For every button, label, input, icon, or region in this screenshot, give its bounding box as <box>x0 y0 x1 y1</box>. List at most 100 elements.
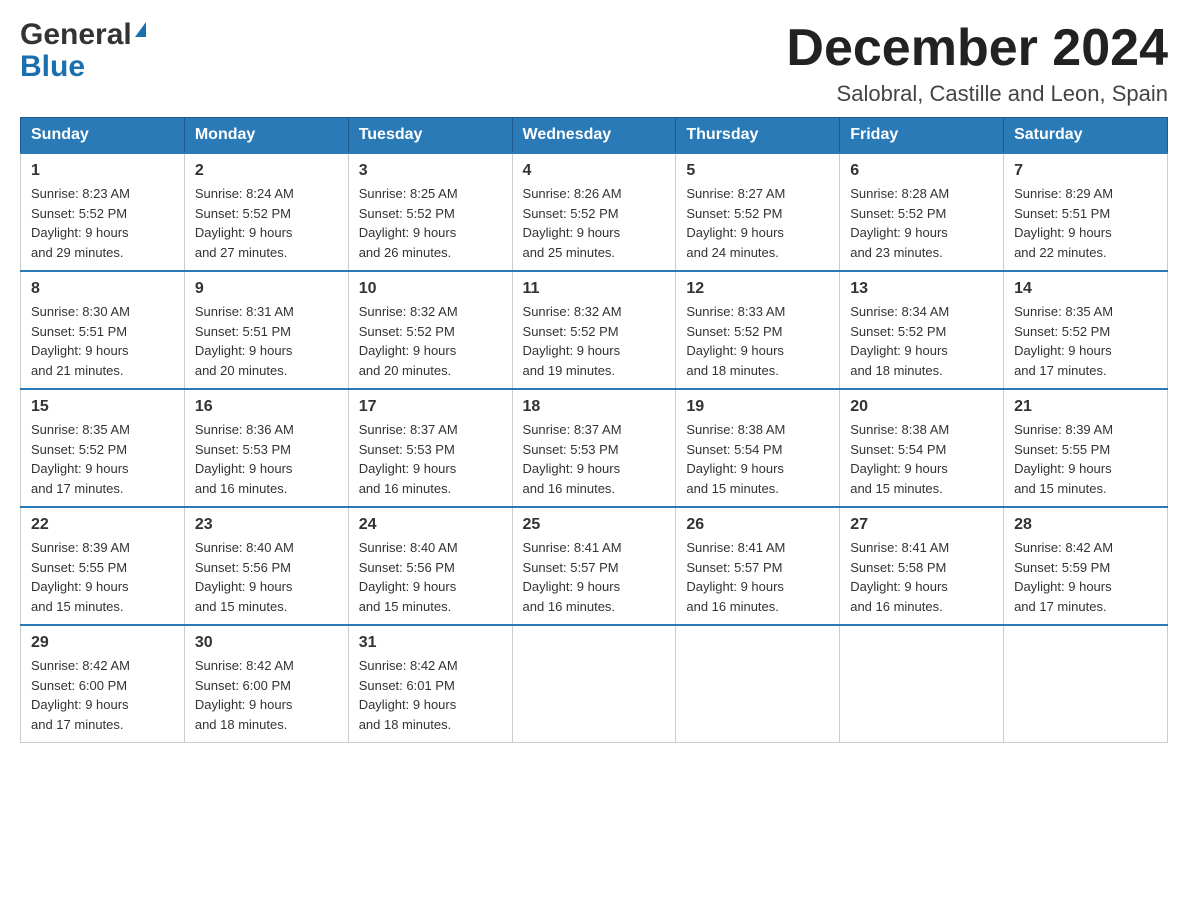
header-saturday: Saturday <box>1004 118 1168 154</box>
day-number: 27 <box>850 516 993 534</box>
calendar-cell: 28 Sunrise: 8:42 AM Sunset: 5:59 PM Dayl… <box>1004 507 1168 625</box>
header-sunday: Sunday <box>21 118 185 154</box>
day-number: 5 <box>686 162 829 180</box>
header-wednesday: Wednesday <box>512 118 676 154</box>
day-info: Sunrise: 8:32 AM Sunset: 5:52 PM Dayligh… <box>523 302 666 380</box>
day-number: 31 <box>359 634 502 652</box>
day-info: Sunrise: 8:25 AM Sunset: 5:52 PM Dayligh… <box>359 184 502 262</box>
day-number: 11 <box>523 280 666 298</box>
calendar-cell: 22 Sunrise: 8:39 AM Sunset: 5:55 PM Dayl… <box>21 507 185 625</box>
calendar-cell: 13 Sunrise: 8:34 AM Sunset: 5:52 PM Dayl… <box>840 271 1004 389</box>
calendar-cell: 5 Sunrise: 8:27 AM Sunset: 5:52 PM Dayli… <box>676 153 840 271</box>
calendar-cell: 9 Sunrise: 8:31 AM Sunset: 5:51 PM Dayli… <box>184 271 348 389</box>
calendar-cell: 10 Sunrise: 8:32 AM Sunset: 5:52 PM Dayl… <box>348 271 512 389</box>
calendar-cell: 18 Sunrise: 8:37 AM Sunset: 5:53 PM Dayl… <box>512 389 676 507</box>
day-number: 3 <box>359 162 502 180</box>
day-info: Sunrise: 8:39 AM Sunset: 5:55 PM Dayligh… <box>1014 420 1157 498</box>
day-number: 28 <box>1014 516 1157 534</box>
calendar-cell: 25 Sunrise: 8:41 AM Sunset: 5:57 PM Dayl… <box>512 507 676 625</box>
calendar-cell: 24 Sunrise: 8:40 AM Sunset: 5:56 PM Dayl… <box>348 507 512 625</box>
day-info: Sunrise: 8:35 AM Sunset: 5:52 PM Dayligh… <box>31 420 174 498</box>
day-number: 1 <box>31 162 174 180</box>
day-number: 8 <box>31 280 174 298</box>
day-number: 15 <box>31 398 174 416</box>
weekday-header-row: Sunday Monday Tuesday Wednesday Thursday… <box>21 118 1168 154</box>
day-number: 13 <box>850 280 993 298</box>
day-info: Sunrise: 8:24 AM Sunset: 5:52 PM Dayligh… <box>195 184 338 262</box>
day-info: Sunrise: 8:26 AM Sunset: 5:52 PM Dayligh… <box>523 184 666 262</box>
calendar-cell <box>1004 625 1168 743</box>
day-number: 30 <box>195 634 338 652</box>
day-info: Sunrise: 8:28 AM Sunset: 5:52 PM Dayligh… <box>850 184 993 262</box>
day-number: 6 <box>850 162 993 180</box>
calendar-cell: 23 Sunrise: 8:40 AM Sunset: 5:56 PM Dayl… <box>184 507 348 625</box>
day-number: 10 <box>359 280 502 298</box>
day-info: Sunrise: 8:41 AM Sunset: 5:57 PM Dayligh… <box>523 538 666 616</box>
location-subtitle: Salobral, Castille and Leon, Spain <box>786 81 1168 107</box>
header-monday: Monday <box>184 118 348 154</box>
day-info: Sunrise: 8:30 AM Sunset: 5:51 PM Dayligh… <box>31 302 174 380</box>
calendar-cell: 2 Sunrise: 8:24 AM Sunset: 5:52 PM Dayli… <box>184 153 348 271</box>
calendar-cell <box>840 625 1004 743</box>
day-number: 25 <box>523 516 666 534</box>
calendar-cell <box>676 625 840 743</box>
day-info: Sunrise: 8:42 AM Sunset: 6:01 PM Dayligh… <box>359 656 502 734</box>
week-row-3: 15 Sunrise: 8:35 AM Sunset: 5:52 PM Dayl… <box>21 389 1168 507</box>
day-number: 29 <box>31 634 174 652</box>
calendar-cell: 12 Sunrise: 8:33 AM Sunset: 5:52 PM Dayl… <box>676 271 840 389</box>
calendar-cell: 14 Sunrise: 8:35 AM Sunset: 5:52 PM Dayl… <box>1004 271 1168 389</box>
day-info: Sunrise: 8:33 AM Sunset: 5:52 PM Dayligh… <box>686 302 829 380</box>
title-area: December 2024 Salobral, Castille and Leo… <box>786 20 1168 107</box>
page-header: General Blue December 2024 Salobral, Cas… <box>20 20 1168 107</box>
day-info: Sunrise: 8:38 AM Sunset: 5:54 PM Dayligh… <box>686 420 829 498</box>
day-number: 26 <box>686 516 829 534</box>
day-info: Sunrise: 8:39 AM Sunset: 5:55 PM Dayligh… <box>31 538 174 616</box>
calendar-cell: 15 Sunrise: 8:35 AM Sunset: 5:52 PM Dayl… <box>21 389 185 507</box>
day-number: 7 <box>1014 162 1157 180</box>
calendar-cell: 26 Sunrise: 8:41 AM Sunset: 5:57 PM Dayl… <box>676 507 840 625</box>
calendar-cell: 16 Sunrise: 8:36 AM Sunset: 5:53 PM Dayl… <box>184 389 348 507</box>
day-info: Sunrise: 8:31 AM Sunset: 5:51 PM Dayligh… <box>195 302 338 380</box>
calendar-cell: 27 Sunrise: 8:41 AM Sunset: 5:58 PM Dayl… <box>840 507 1004 625</box>
header-friday: Friday <box>840 118 1004 154</box>
calendar-cell: 29 Sunrise: 8:42 AM Sunset: 6:00 PM Dayl… <box>21 625 185 743</box>
week-row-4: 22 Sunrise: 8:39 AM Sunset: 5:55 PM Dayl… <box>21 507 1168 625</box>
day-info: Sunrise: 8:32 AM Sunset: 5:52 PM Dayligh… <box>359 302 502 380</box>
calendar-cell: 4 Sunrise: 8:26 AM Sunset: 5:52 PM Dayli… <box>512 153 676 271</box>
week-row-5: 29 Sunrise: 8:42 AM Sunset: 6:00 PM Dayl… <box>21 625 1168 743</box>
calendar-cell: 30 Sunrise: 8:42 AM Sunset: 6:00 PM Dayl… <box>184 625 348 743</box>
day-number: 18 <box>523 398 666 416</box>
calendar-cell: 17 Sunrise: 8:37 AM Sunset: 5:53 PM Dayl… <box>348 389 512 507</box>
calendar-cell: 11 Sunrise: 8:32 AM Sunset: 5:52 PM Dayl… <box>512 271 676 389</box>
day-info: Sunrise: 8:27 AM Sunset: 5:52 PM Dayligh… <box>686 184 829 262</box>
day-number: 12 <box>686 280 829 298</box>
logo-area: General Blue <box>20 20 146 84</box>
day-number: 4 <box>523 162 666 180</box>
calendar-cell: 20 Sunrise: 8:38 AM Sunset: 5:54 PM Dayl… <box>840 389 1004 507</box>
logo-general-text: General <box>20 20 132 50</box>
day-number: 16 <box>195 398 338 416</box>
week-row-1: 1 Sunrise: 8:23 AM Sunset: 5:52 PM Dayli… <box>21 153 1168 271</box>
day-info: Sunrise: 8:40 AM Sunset: 5:56 PM Dayligh… <box>195 538 338 616</box>
day-number: 24 <box>359 516 502 534</box>
calendar-cell: 31 Sunrise: 8:42 AM Sunset: 6:01 PM Dayl… <box>348 625 512 743</box>
day-info: Sunrise: 8:37 AM Sunset: 5:53 PM Dayligh… <box>523 420 666 498</box>
day-number: 19 <box>686 398 829 416</box>
day-info: Sunrise: 8:41 AM Sunset: 5:58 PM Dayligh… <box>850 538 993 616</box>
day-number: 2 <box>195 162 338 180</box>
day-number: 21 <box>1014 398 1157 416</box>
calendar-cell <box>512 625 676 743</box>
day-info: Sunrise: 8:37 AM Sunset: 5:53 PM Dayligh… <box>359 420 502 498</box>
day-number: 23 <box>195 516 338 534</box>
day-number: 22 <box>31 516 174 534</box>
header-thursday: Thursday <box>676 118 840 154</box>
calendar-table: Sunday Monday Tuesday Wednesday Thursday… <box>20 117 1168 743</box>
day-info: Sunrise: 8:42 AM Sunset: 6:00 PM Dayligh… <box>195 656 338 734</box>
month-title: December 2024 <box>786 20 1168 77</box>
day-number: 20 <box>850 398 993 416</box>
day-number: 9 <box>195 280 338 298</box>
day-info: Sunrise: 8:40 AM Sunset: 5:56 PM Dayligh… <box>359 538 502 616</box>
day-number: 17 <box>359 398 502 416</box>
calendar-cell: 8 Sunrise: 8:30 AM Sunset: 5:51 PM Dayli… <box>21 271 185 389</box>
logo-triangle-icon <box>135 22 146 37</box>
